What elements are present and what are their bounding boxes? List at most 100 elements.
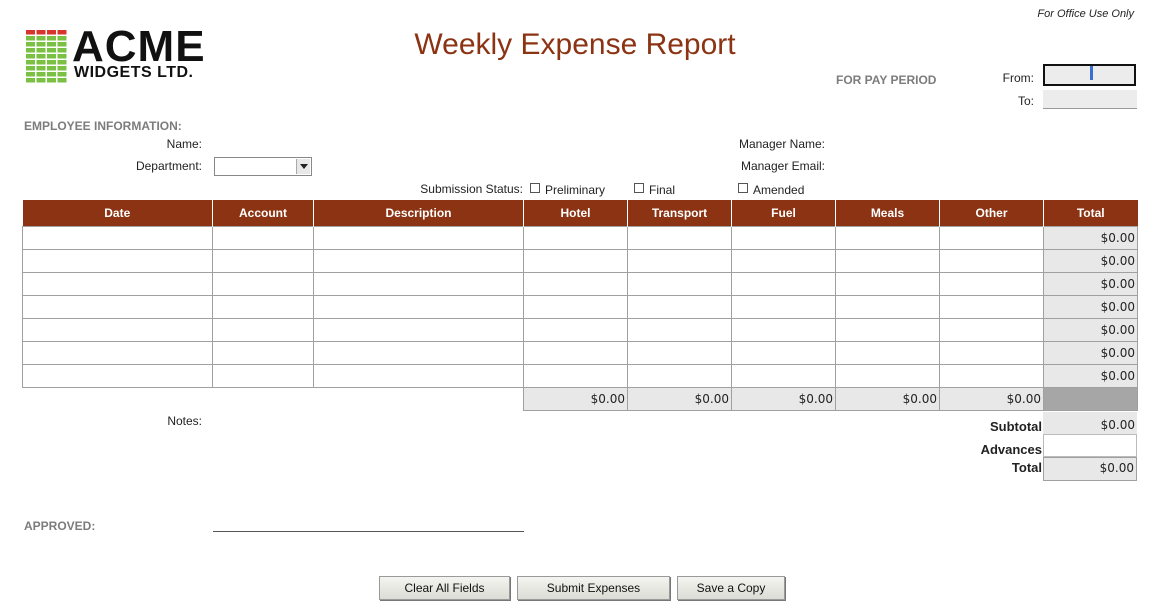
table-cell[interactable] xyxy=(731,318,836,342)
approved-signature-line[interactable] xyxy=(213,531,524,532)
preliminary-label: Preliminary xyxy=(545,183,606,197)
table-row: $0.00 xyxy=(22,341,1138,365)
table-cell[interactable] xyxy=(523,364,628,388)
table-cell[interactable] xyxy=(939,341,1044,365)
table-cell[interactable] xyxy=(939,295,1044,319)
table-cell[interactable] xyxy=(731,364,836,388)
to-date-field[interactable] xyxy=(1043,90,1137,109)
submission-status-label: Submission Status: xyxy=(420,182,523,196)
table-cell[interactable] xyxy=(313,364,524,388)
logo-text-widgets: WIDGETS LTD. xyxy=(74,64,194,81)
table-cell[interactable] xyxy=(731,295,836,319)
chevron-down-icon[interactable] xyxy=(296,159,310,174)
table-cell[interactable] xyxy=(212,364,314,388)
table-cell[interactable] xyxy=(731,226,836,250)
table-cell[interactable] xyxy=(731,272,836,296)
table-cell[interactable] xyxy=(313,226,524,250)
logo-bar-segment xyxy=(36,60,46,65)
table-cell[interactable] xyxy=(313,272,524,296)
amended-label: Amended xyxy=(753,183,805,197)
table-cell[interactable] xyxy=(939,318,1044,342)
company-logo: ACME WIDGETS LTD. xyxy=(26,22,216,88)
page-title: Weekly Expense Report xyxy=(414,28,736,61)
empty-cell xyxy=(314,388,524,411)
table-cell[interactable] xyxy=(212,226,314,250)
table-cell[interactable] xyxy=(22,226,213,250)
table-cell[interactable] xyxy=(523,341,628,365)
column-total-empty-cell xyxy=(1043,387,1138,411)
table-cell[interactable] xyxy=(22,272,213,296)
table-cell[interactable] xyxy=(835,295,940,319)
table-cell[interactable] xyxy=(212,318,314,342)
department-label: Department: xyxy=(135,159,202,173)
table-cell[interactable] xyxy=(22,318,213,342)
table-cell[interactable] xyxy=(523,226,628,250)
table-cell[interactable] xyxy=(212,249,314,273)
table-cell[interactable] xyxy=(835,272,940,296)
table-cell[interactable] xyxy=(212,341,314,365)
row-total-cell: $0.00 xyxy=(1043,272,1138,296)
logo-bar-segment xyxy=(36,54,46,59)
pay-period-label: FOR PAY PERIOD xyxy=(836,73,937,87)
table-cell[interactable] xyxy=(731,341,836,365)
column-header: Description xyxy=(313,200,524,227)
table-cell[interactable] xyxy=(835,318,940,342)
table-cell[interactable] xyxy=(627,272,732,296)
table-cell[interactable] xyxy=(212,272,314,296)
table-cell[interactable] xyxy=(212,295,314,319)
department-select[interactable] xyxy=(214,157,312,176)
row-total-cell: $0.00 xyxy=(1043,364,1138,388)
table-cell[interactable] xyxy=(939,272,1044,296)
table-cell[interactable] xyxy=(939,364,1044,388)
clear-all-fields-button[interactable]: Clear All Fields xyxy=(379,576,510,600)
table-cell[interactable] xyxy=(627,226,732,250)
table-cell[interactable] xyxy=(731,249,836,273)
logo-bar-segment xyxy=(36,78,46,83)
advances-field[interactable] xyxy=(1043,434,1137,457)
table-cell[interactable] xyxy=(835,364,940,388)
row-total-cell: $0.00 xyxy=(1043,295,1138,319)
submit-expenses-button[interactable]: Submit Expenses xyxy=(517,576,670,600)
table-row: $0.00 xyxy=(22,226,1138,250)
column-header: Meals xyxy=(835,200,940,227)
text-cursor xyxy=(1090,66,1093,80)
table-cell[interactable] xyxy=(627,341,732,365)
table-cell[interactable] xyxy=(523,318,628,342)
table-cell[interactable] xyxy=(22,249,213,273)
empty-cell xyxy=(23,388,213,411)
table-cell[interactable] xyxy=(313,341,524,365)
logo-bar-segment xyxy=(47,66,56,71)
preliminary-checkbox[interactable] xyxy=(530,183,540,193)
manager-email-label: Manager Email: xyxy=(740,159,825,173)
table-cell[interactable] xyxy=(22,341,213,365)
logo-bar-segment xyxy=(57,48,67,53)
logo-bar-segment xyxy=(47,42,56,47)
table-cell[interactable] xyxy=(313,295,524,319)
table-cell[interactable] xyxy=(22,295,213,319)
table-cell[interactable] xyxy=(835,341,940,365)
table-cell[interactable] xyxy=(835,226,940,250)
table-cell[interactable] xyxy=(627,249,732,273)
column-totals-row: $0.00 $0.00 $0.00 $0.00 $0.00 xyxy=(23,387,1138,411)
table-cell[interactable] xyxy=(627,295,732,319)
table-cell[interactable] xyxy=(313,318,524,342)
table-cell[interactable] xyxy=(523,249,628,273)
table-cell[interactable] xyxy=(627,318,732,342)
table-cell[interactable] xyxy=(627,364,732,388)
logo-bar-segment xyxy=(47,60,56,65)
table-cell[interactable] xyxy=(939,249,1044,273)
approved-label: APPROVED: xyxy=(24,519,96,533)
table-cell[interactable] xyxy=(313,249,524,273)
table-cell[interactable] xyxy=(523,295,628,319)
total-label: Total xyxy=(1011,460,1042,475)
subtotal-label: Subtotal xyxy=(990,419,1042,434)
column-total-cell: $0.00 xyxy=(627,387,732,411)
save-a-copy-button[interactable]: Save a Copy xyxy=(677,576,785,600)
table-cell[interactable] xyxy=(22,364,213,388)
table-cell[interactable] xyxy=(939,226,1044,250)
amended-checkbox[interactable] xyxy=(738,183,748,193)
table-cell[interactable] xyxy=(523,272,628,296)
final-checkbox[interactable] xyxy=(634,183,644,193)
logo-bar-segment xyxy=(36,36,46,41)
table-cell[interactable] xyxy=(835,249,940,273)
